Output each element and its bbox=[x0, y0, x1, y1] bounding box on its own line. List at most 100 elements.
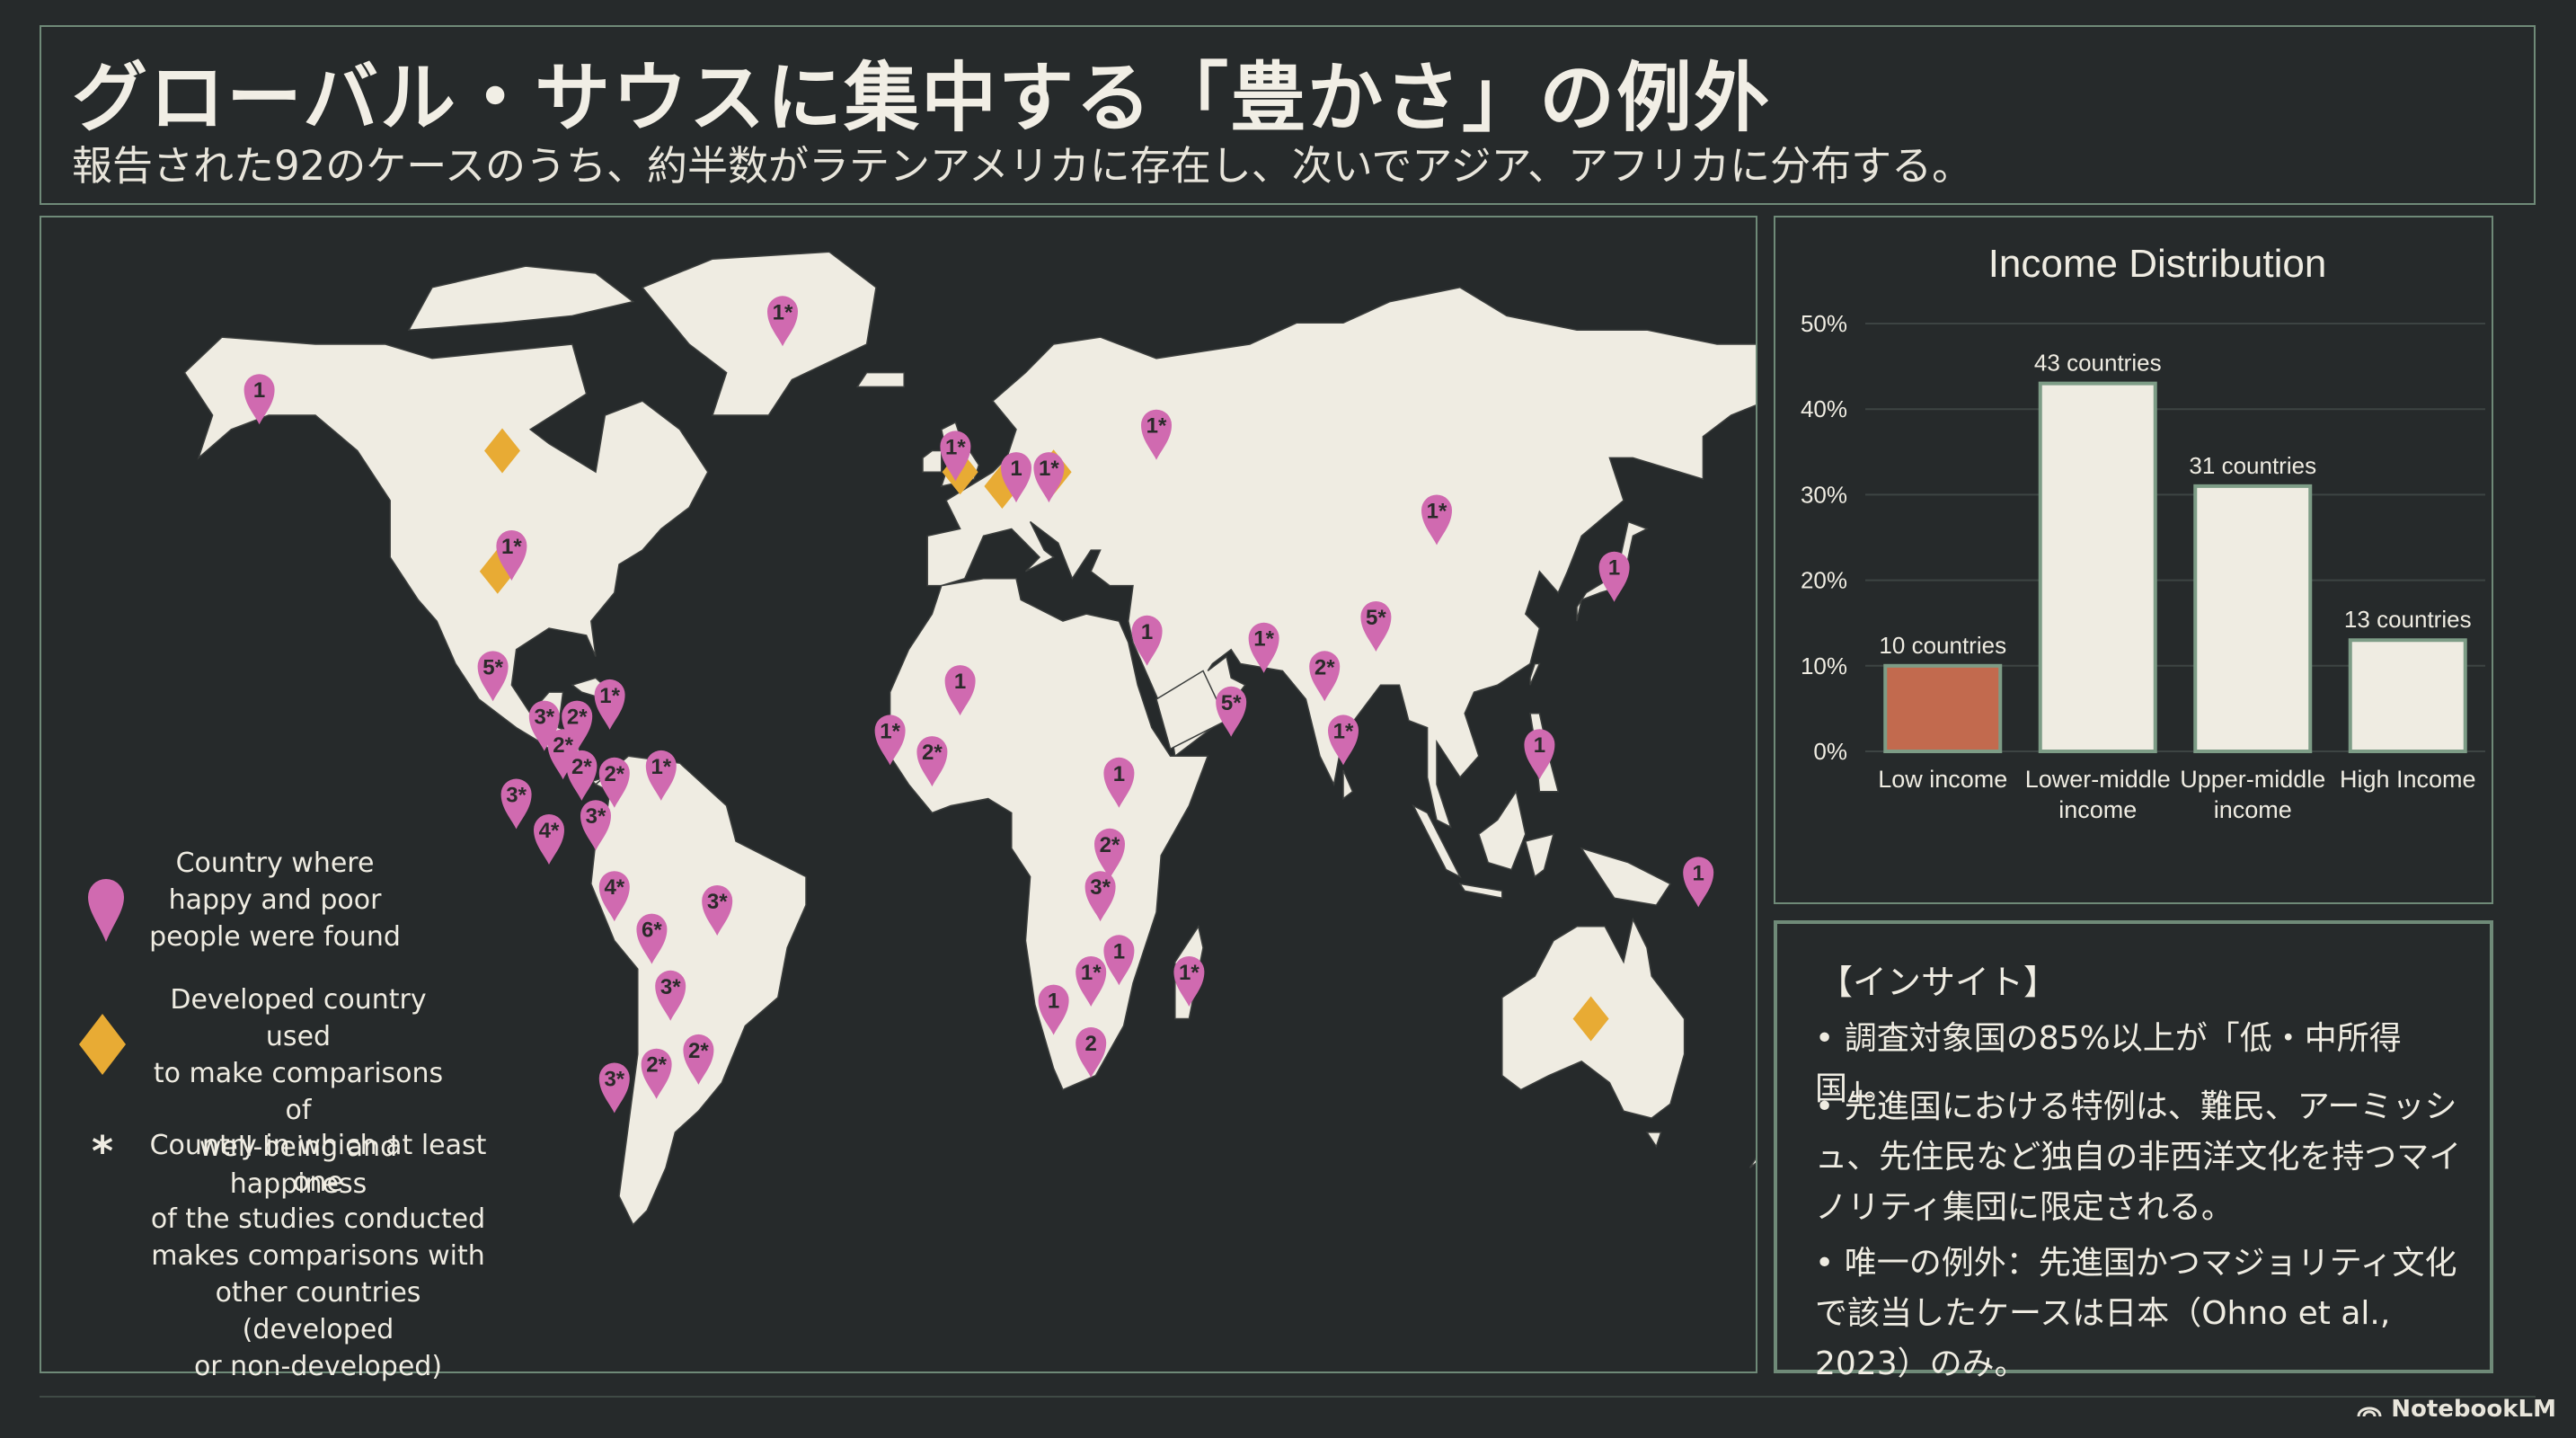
pin-count-label: 1 bbox=[954, 670, 966, 694]
taiwan-land bbox=[1529, 662, 1541, 686]
greenland-land bbox=[641, 251, 877, 416]
pin-count-label: 1 bbox=[253, 378, 265, 403]
pin-count-label: 1* bbox=[1253, 627, 1274, 652]
pin-count-label: 4* bbox=[539, 819, 560, 843]
brand-name: NotebookLM bbox=[2391, 1396, 2556, 1423]
pin-count-label: 1* bbox=[651, 755, 671, 779]
country-pin: 2* bbox=[566, 750, 598, 801]
pin-count-label: 1 bbox=[1693, 861, 1704, 885]
pin-count-label: 3* bbox=[506, 784, 527, 808]
new-guinea-land bbox=[1580, 847, 1672, 906]
pin-count-label: 2* bbox=[571, 755, 592, 779]
pin-count-label: 4* bbox=[604, 875, 624, 900]
pin-count-label: 2* bbox=[1100, 833, 1120, 857]
pin-count-label: 1 bbox=[1010, 457, 1022, 481]
legend-pin-icon bbox=[88, 879, 124, 942]
income-bar-chart: Income Distribution 0% 10% 20% 30% 40% 50% 10… bbox=[1801, 242, 2485, 823]
pin-count-label: 2* bbox=[646, 1053, 667, 1078]
pin-count-label: 1* bbox=[1179, 961, 1199, 985]
bar-data-label: 13 countries bbox=[2344, 606, 2472, 633]
canadian-archipelago-land bbox=[407, 265, 635, 332]
tasmania-land bbox=[1645, 1132, 1662, 1149]
page-subtitle: 報告された92のケースのうち、約半数がラテンアメリカに存在し、次いでアジア、アフ… bbox=[72, 142, 1973, 190]
pin-count-label: 3* bbox=[707, 890, 728, 914]
y-tick-label: 30% bbox=[1801, 481, 1847, 508]
pin-count-label: 1* bbox=[773, 300, 793, 324]
pin-count-label: 1* bbox=[945, 435, 966, 459]
page-title: グローバル・サウスに集中する「豊かさ」の例外 bbox=[72, 54, 1772, 142]
y-tick-label: 0% bbox=[1813, 738, 1847, 765]
footer-divider bbox=[40, 1396, 2536, 1398]
sri-lanka-land bbox=[1342, 769, 1354, 801]
y-tick-label: 50% bbox=[1801, 310, 1847, 337]
bar-data-label: 10 countries bbox=[1879, 632, 2006, 659]
pin-count-label: 5* bbox=[1221, 691, 1242, 715]
pin-count-label: 1* bbox=[1333, 719, 1354, 743]
country-pin: 5* bbox=[1216, 686, 1247, 737]
pin-count-label: 1* bbox=[1146, 414, 1167, 439]
pin-count-label: 3* bbox=[1090, 875, 1111, 900]
pin-count-label: 3* bbox=[604, 1068, 624, 1092]
x-category-label: Upper-middle income bbox=[2180, 766, 2325, 823]
country-pin: 3* bbox=[500, 778, 532, 830]
pin-count-label: 3* bbox=[660, 975, 681, 999]
iceland-land bbox=[855, 371, 905, 388]
ireland-land bbox=[922, 449, 943, 473]
legend-asterisk-label: Country in which at least one of the stu… bbox=[149, 1130, 487, 1382]
pin-count-label: 2* bbox=[567, 706, 588, 730]
income-bar bbox=[2193, 484, 2313, 753]
notebooklm-icon bbox=[2357, 1407, 2382, 1417]
country-pin: 1 bbox=[1683, 857, 1714, 908]
country-pin: 1 bbox=[1598, 551, 1630, 602]
pin-count-label: 1* bbox=[599, 684, 620, 708]
chart-y-axis: 0% 10% 20% 30% 40% 50% bbox=[1801, 310, 1847, 765]
pin-count-label: 1* bbox=[1039, 457, 1059, 481]
country-pin: 4* bbox=[534, 814, 564, 865]
country-pin: 3* bbox=[598, 1062, 630, 1114]
x-category-label: Low income bbox=[1878, 766, 2007, 793]
legend-diamond-icon bbox=[79, 1014, 126, 1075]
income-bar bbox=[2038, 381, 2157, 753]
country-pin: 1* bbox=[594, 679, 625, 730]
legend-asterisk-icon: * bbox=[92, 1127, 114, 1176]
borneo-land bbox=[1477, 789, 1527, 871]
chart-data-labels: 10 countries 43 countries 31 countries 13 c… bbox=[1879, 350, 2471, 659]
indonesia-java-land bbox=[1458, 883, 1503, 900]
world-map-panel: 1 1* 1* 5* 3* 2* 1* 2* 2* 2* 1* 3* 4* 3* 4* 6* 3* 3* 3* 2* 2… bbox=[40, 216, 1757, 1382]
sulawesi-land bbox=[1524, 833, 1555, 878]
y-tick-label: 20% bbox=[1801, 567, 1847, 594]
chart-bars bbox=[1883, 381, 2467, 753]
insight-bullet: 唯一の例外：先進国かつマジョリティ文化で該当したケースは日本（Ohno et a… bbox=[1815, 1238, 2471, 1389]
pin-count-label: 2* bbox=[922, 741, 943, 765]
income-bar bbox=[2348, 638, 2467, 753]
pin-count-label: 2* bbox=[604, 762, 624, 786]
bar-data-label: 31 countries bbox=[2189, 452, 2316, 479]
x-category-label: High Income bbox=[2340, 766, 2476, 793]
pin-count-label: 2 bbox=[1085, 1032, 1097, 1056]
pin-count-label: 1 bbox=[1113, 939, 1125, 963]
new-zealand-south-land bbox=[1748, 1158, 1756, 1168]
x-category-label: Lower-middle income bbox=[2025, 766, 2171, 823]
pin-count-label: 6* bbox=[642, 919, 662, 943]
insight-heading: 【インサイト】 bbox=[1819, 963, 2058, 1002]
chart-title: Income Distribution bbox=[1988, 242, 2327, 286]
pin-count-label: 1* bbox=[1081, 961, 1102, 985]
insight-panel: 【インサイト】 調査対象国の85%以上が「低・中所得国」。 先進国における特例は… bbox=[1774, 920, 2493, 1382]
chart-x-axis: Low income Lower-middle incomeUpper-middle… bbox=[1878, 766, 2475, 823]
south-america-land bbox=[590, 755, 807, 1226]
pin-count-label: 1* bbox=[1427, 500, 1447, 524]
pin-count-label: 1 bbox=[1141, 620, 1153, 644]
y-tick-label: 40% bbox=[1801, 395, 1847, 422]
pin-count-label: 3* bbox=[586, 804, 606, 829]
pin-count-label: 2* bbox=[1315, 655, 1335, 679]
legend-pin-label: Country where happy and poor people were… bbox=[149, 848, 401, 953]
pin-count-label: 1 bbox=[1113, 762, 1125, 786]
insight-bullet: 先進国における特例は、難民、アーミッシュ、先住民など独自の非西洋文化を持つマイノ… bbox=[1815, 1082, 2471, 1233]
pin-count-label: 1 bbox=[1608, 556, 1620, 581]
pin-count-label: 2* bbox=[688, 1039, 709, 1063]
pin-count-label: 3* bbox=[534, 706, 554, 730]
pin-count-label: 5* bbox=[1366, 606, 1386, 630]
brand-mark: NotebookLM bbox=[2357, 1396, 2556, 1423]
bar-data-label: 43 countries bbox=[2034, 350, 2162, 377]
income-bar bbox=[1883, 663, 2003, 753]
